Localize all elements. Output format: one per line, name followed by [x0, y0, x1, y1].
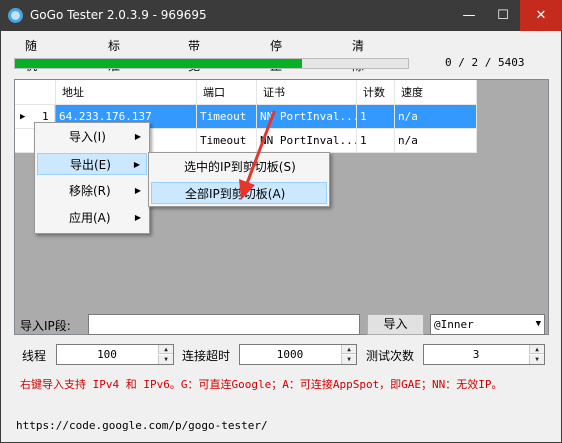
spin-up-icon[interactable]: ▲ [158, 345, 173, 354]
chevron-down-icon: ▼ [535, 319, 541, 329]
timeout-value: 1000 [276, 348, 304, 361]
maximize-button[interactable]: ☐ [486, 0, 520, 31]
test-count-stepper[interactable]: 3 ▲ ▼ [423, 344, 545, 365]
test-count-value: 3 [472, 348, 480, 361]
spin-down-icon[interactable]: ▼ [158, 355, 173, 364]
hint-text: 右键导入支持 IPv4 和 IPv6。G：可直连Google；A：可连接AppS… [20, 378, 503, 391]
source-select-value: @Inner [434, 318, 474, 331]
app-icon [8, 8, 23, 23]
test-count-label: 测试次数 [366, 349, 415, 363]
source-select[interactable]: @Inner ▼ [430, 314, 545, 335]
app-window: GoGo Tester 2.0.3.9 - 969695 — ☐ ✕ 随机测试(… [0, 0, 562, 443]
close-button[interactable]: ✕ [520, 0, 562, 31]
import-ip-input[interactable] [88, 314, 360, 335]
threads-stepper[interactable]: 100 ▲ ▼ [56, 344, 174, 365]
title-bar[interactable]: GoGo Tester 2.0.3.9 - 969695 — ☐ ✕ [0, 0, 562, 31]
project-url[interactable]: https://code.google.com/p/gogo-tester/ [16, 419, 268, 432]
spin-down-icon[interactable]: ▼ [529, 355, 544, 364]
import-button[interactable]: 导入 [367, 314, 424, 335]
minimize-button[interactable]: — [452, 0, 486, 31]
window-title: GoGo Tester 2.0.3.9 - 969695 [30, 8, 207, 22]
spin-up-icon[interactable]: ▲ [341, 345, 356, 354]
spin-down-icon[interactable]: ▼ [341, 355, 356, 364]
threads-label: 线程 [22, 349, 47, 363]
spin-up-icon[interactable]: ▲ [529, 345, 544, 354]
timeout-stepper[interactable]: 1000 ▲ ▼ [239, 344, 357, 365]
import-ip-label: 导入IP段: [20, 319, 71, 333]
threads-value: 100 [97, 348, 117, 361]
timeout-label: 连接超时 [182, 349, 231, 363]
client-area: 随机测试(R) 标准测试(S) 带宽测试(B) 停止测试(T) 清除测试缓存(C… [1, 31, 561, 442]
